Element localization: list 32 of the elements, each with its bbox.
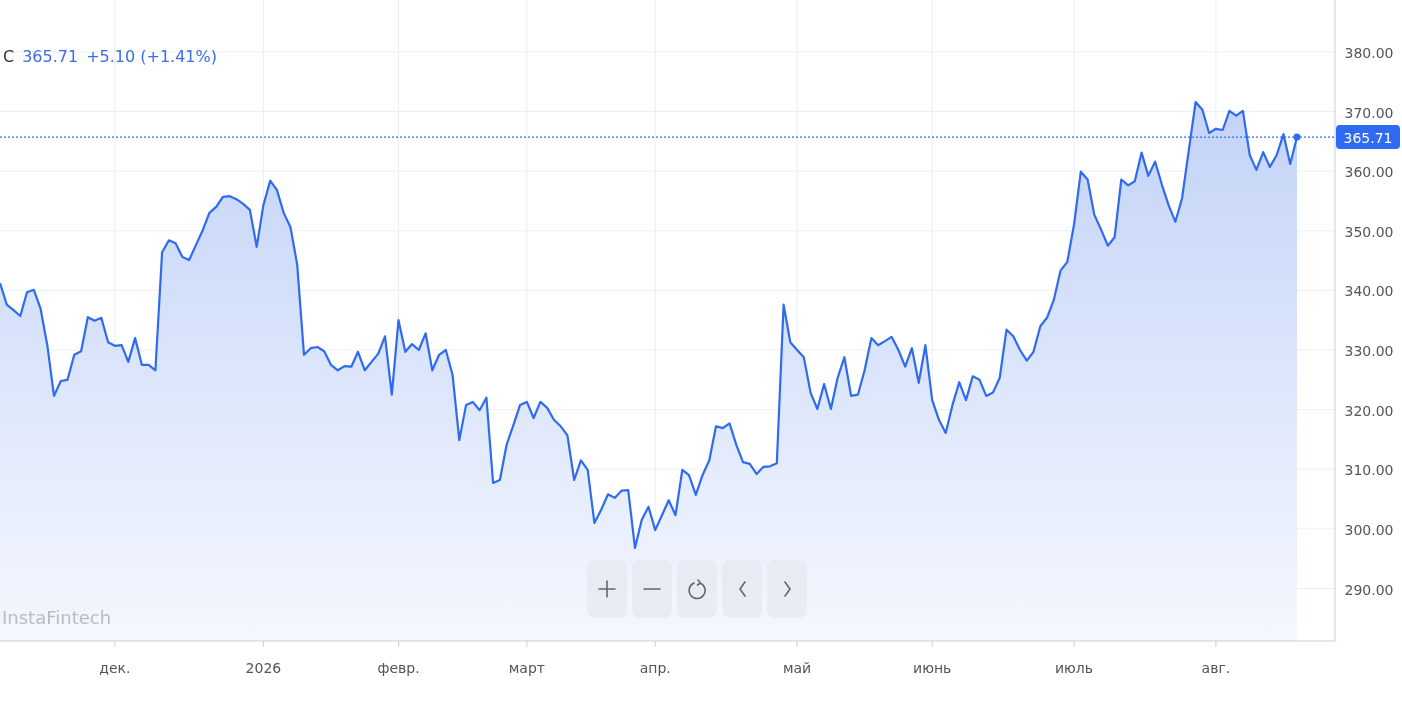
forward-icon <box>783 581 791 597</box>
axis-label: 290.00 <box>1344 581 1394 598</box>
brand-text: InstaFintech <box>2 607 112 628</box>
axis-label: май <box>782 660 812 676</box>
axis-label: июнь <box>913 660 952 676</box>
axis-label: июль <box>1055 660 1094 676</box>
axis-label: март <box>508 660 545 676</box>
reset-icon <box>688 578 706 600</box>
symbol-label: C <box>3 47 15 66</box>
axis-label: 310.00 <box>1344 462 1394 479</box>
axis-label: дек. <box>99 660 131 676</box>
axis-label: 330.00 <box>1344 343 1394 359</box>
price-value: 365.71 <box>22 47 79 66</box>
axis-label: авг. <box>1201 660 1231 676</box>
axis-label: 350.00 <box>1344 223 1394 240</box>
price-change: +5.10 (+1.41%) <box>86 47 217 66</box>
zoom-in-icon <box>598 580 616 598</box>
axis-label: 360.00 <box>1344 164 1394 181</box>
last-point <box>1293 133 1301 141</box>
axis-label: февр. <box>377 660 420 676</box>
axis-label: 340.00 <box>1344 283 1394 300</box>
axis-label: апр. <box>639 660 671 676</box>
axis-label: 380.00 <box>1344 44 1394 61</box>
axis-label: 370.00 <box>1344 104 1394 121</box>
ref-line-label: 365.71 <box>1343 130 1393 147</box>
price-tag: 365.71 <box>1336 125 1400 150</box>
axis-label: 320.00 <box>1344 402 1394 419</box>
chart-control-button[interactable] <box>587 560 627 618</box>
axis-label: 300.00 <box>1344 521 1394 538</box>
chart-control-button[interactable] <box>677 560 717 618</box>
back-icon <box>738 581 746 597</box>
axis-label: 2026 <box>245 660 282 676</box>
